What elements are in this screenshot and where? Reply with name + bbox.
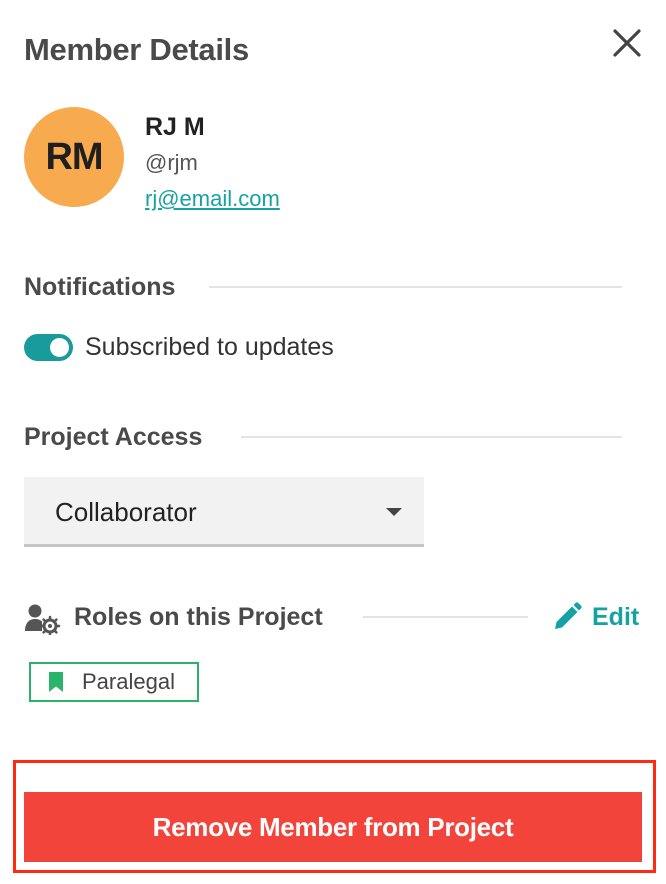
member-handle: @rjm bbox=[145, 150, 198, 175]
caret-down-icon bbox=[386, 508, 402, 516]
user-gear-icon bbox=[24, 601, 62, 637]
edit-roles-button[interactable]: Edit bbox=[552, 600, 639, 634]
remove-member-label: Remove Member from Project bbox=[152, 811, 514, 842]
member-email-link[interactable]: rj@email.com bbox=[145, 186, 280, 212]
project-access-heading: Project Access bbox=[24, 423, 203, 451]
bookmark-icon bbox=[49, 672, 63, 692]
remove-member-button[interactable]: Remove Member from Project bbox=[24, 792, 642, 862]
panel-title: Member Details bbox=[24, 32, 249, 67]
notifications-heading: Notifications bbox=[24, 273, 176, 301]
avatar-initials: RM bbox=[45, 135, 103, 178]
subscribe-toggle[interactable] bbox=[24, 334, 73, 361]
project-access-value: Collaborator bbox=[55, 497, 197, 527]
edit-roles-label: Edit bbox=[592, 602, 640, 631]
subscribe-toggle-label: Subscribed to updates bbox=[85, 333, 334, 361]
member-name: RJ M bbox=[145, 113, 205, 141]
avatar: RM bbox=[24, 107, 124, 207]
toggle-knob bbox=[50, 338, 69, 357]
pencil-icon bbox=[555, 602, 582, 629]
project-access-select[interactable]: Collaborator bbox=[24, 477, 424, 547]
close-icon bbox=[613, 29, 641, 57]
notifications-divider bbox=[209, 286, 622, 288]
close-button[interactable] bbox=[608, 24, 646, 62]
project-access-divider bbox=[241, 436, 622, 438]
role-tag-label: Paralegal bbox=[82, 669, 175, 694]
roles-heading: Roles on this Project bbox=[74, 603, 323, 631]
roles-divider bbox=[363, 616, 528, 618]
role-tag: Paralegal bbox=[29, 662, 199, 702]
